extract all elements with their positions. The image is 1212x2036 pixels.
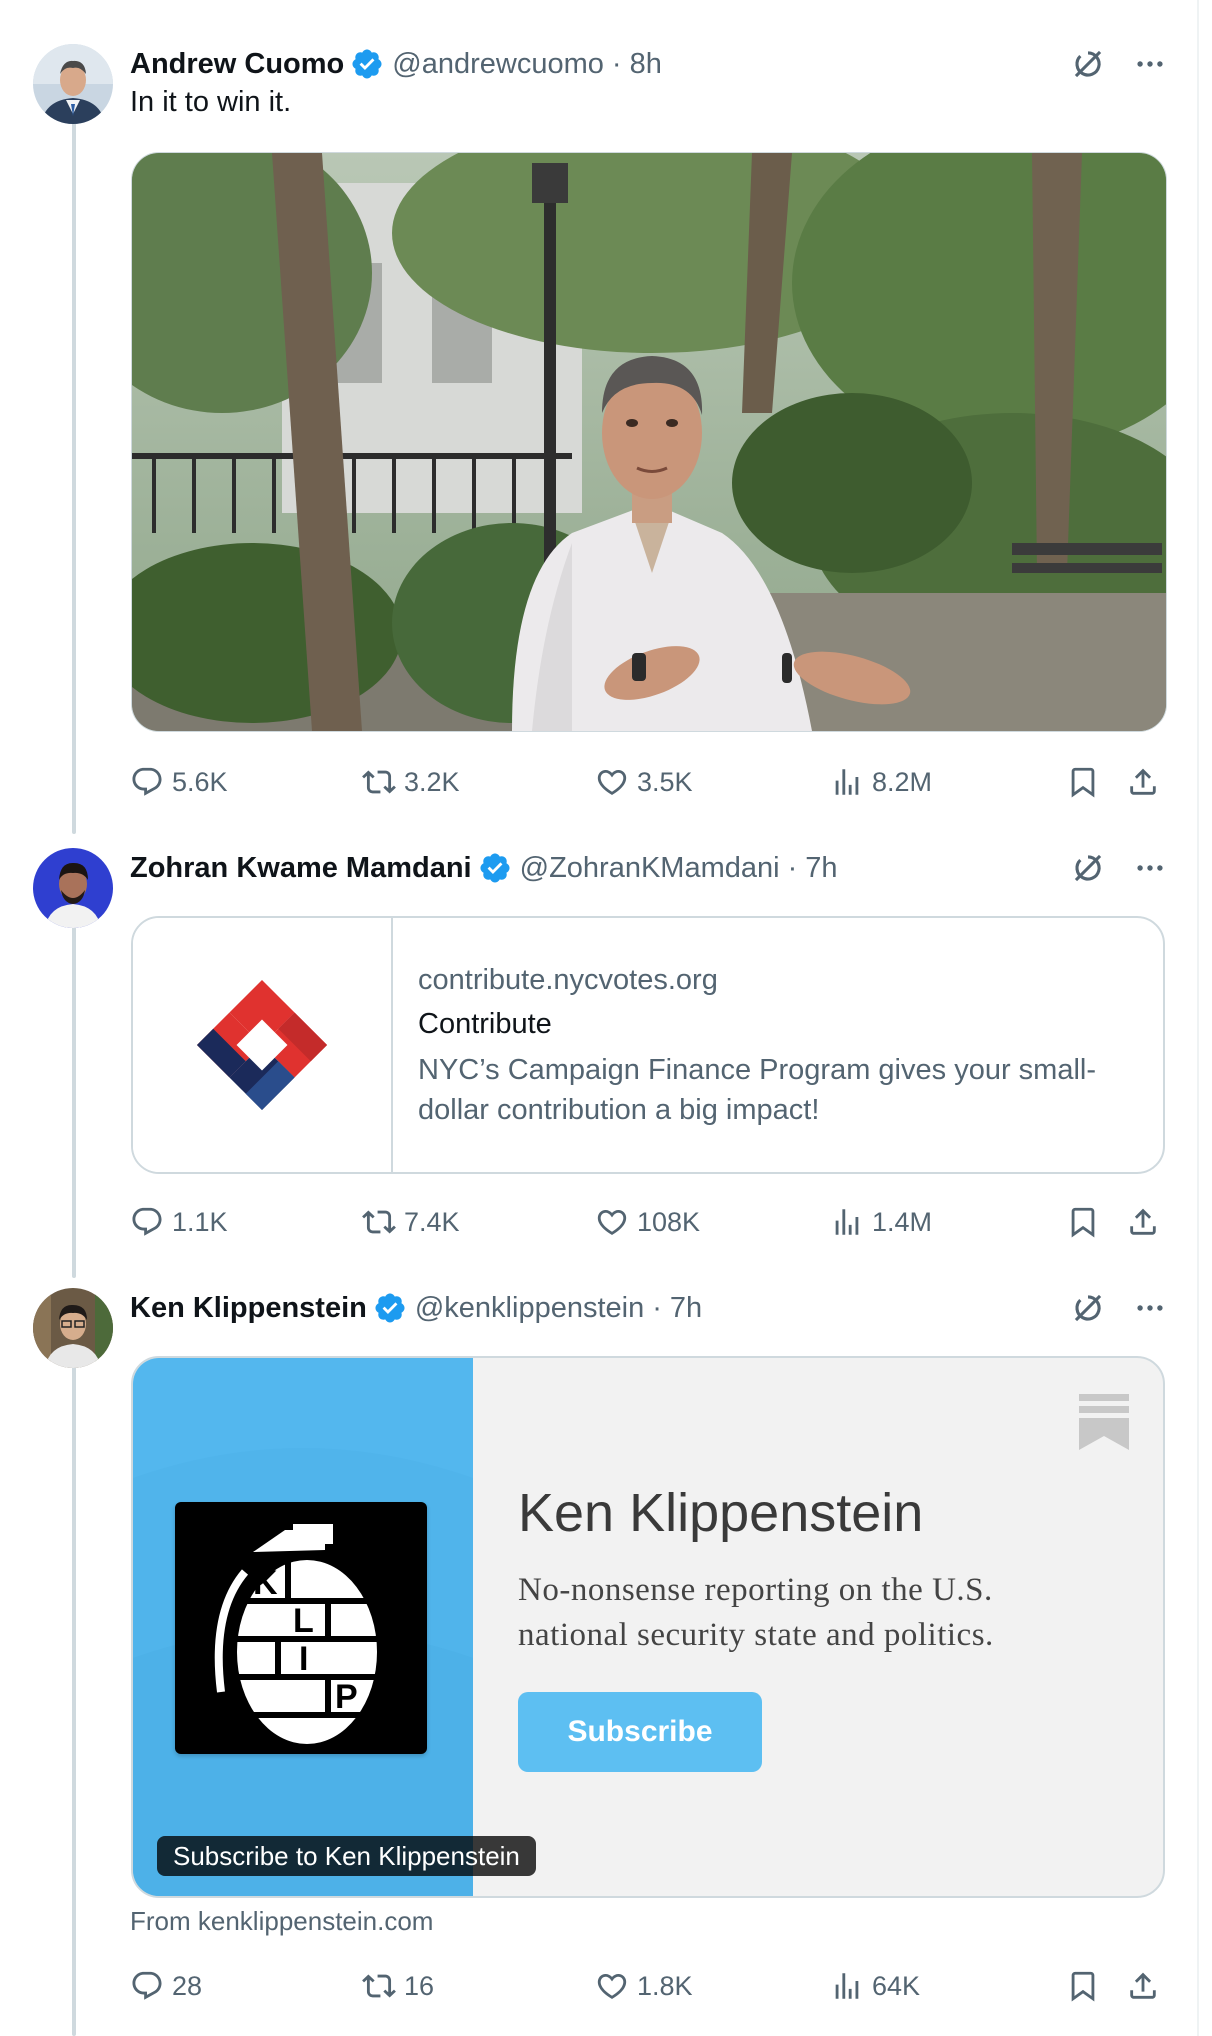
- views-icon: [830, 1969, 864, 2003]
- like-count: 108K: [637, 1206, 701, 1237]
- share-button[interactable]: [1126, 760, 1160, 804]
- grok-icon[interactable]: [1071, 1291, 1105, 1325]
- bookmark-button[interactable]: [1066, 760, 1100, 804]
- verified-badge-icon[interactable]: [350, 47, 384, 81]
- views-count: 64K: [872, 1970, 921, 2001]
- timeline-right-border: [1197, 0, 1199, 2036]
- card-domain: contribute.nycvotes.org: [418, 964, 718, 996]
- tweet-actions: 5.6K 3.2K 3.5K 8.2M: [130, 760, 1170, 804]
- tweet-actions: 28 16 1.8K 64K: [130, 1964, 1170, 2008]
- share-button[interactable]: [1126, 1964, 1160, 2008]
- more-options-icon[interactable]: [1133, 1291, 1167, 1325]
- views-button[interactable]: 8.2M: [830, 760, 932, 804]
- reply-icon: [130, 1969, 164, 2003]
- like-button[interactable]: 108K: [595, 1200, 700, 1244]
- nycvotes-logo-icon: [196, 979, 328, 1111]
- share-button[interactable]: [1126, 1200, 1160, 1244]
- avatar[interactable]: [33, 848, 113, 928]
- like-button[interactable]: 1.8K: [595, 1964, 693, 2008]
- author-name[interactable]: Zohran Kwame Mamdani: [130, 852, 472, 885]
- bookmark-button[interactable]: [1066, 1200, 1100, 1244]
- reply-button[interactable]: 1.1K: [130, 1200, 228, 1244]
- bookmark-icon: [1066, 765, 1100, 799]
- author-name[interactable]: Ken Klippenstein: [130, 1292, 367, 1325]
- like-count: 3.5K: [637, 766, 693, 797]
- repost-icon: [362, 1205, 396, 1239]
- tweet-andrew-cuomo[interactable]: Andrew Cuomo @andrewcuomo · 8h In it to …: [0, 44, 1197, 804]
- publication-description: No-nonsense reporting on the U.S. nation…: [518, 1572, 994, 1653]
- card-title: Contribute: [418, 1008, 552, 1040]
- author-handle[interactable]: @ZohranKMamdani: [520, 852, 780, 885]
- repost-icon: [362, 765, 396, 799]
- card-description: NYC’s Campaign Finance Program gives you…: [418, 1054, 1096, 1126]
- card-source-link[interactable]: From kenklippenstein.com: [130, 1906, 433, 1937]
- tweet-header: Andrew Cuomo @andrewcuomo · 8h: [130, 44, 662, 84]
- reply-button[interactable]: 5.6K: [130, 760, 228, 804]
- bookmark-button[interactable]: [1066, 1964, 1100, 2008]
- tweet-time[interactable]: · 8h: [612, 48, 662, 81]
- card-caption-overlay: Subscribe to Ken Klippenstein: [157, 1836, 536, 1876]
- bookmark-icon: [1066, 1969, 1100, 2003]
- tweet-time[interactable]: · 7h: [652, 1292, 702, 1325]
- tweet-ken-klippenstein[interactable]: Ken Klippenstein @kenklippenstein · 7h K…: [0, 1288, 1197, 2028]
- tweet-video-thumbnail[interactable]: [131, 152, 1167, 732]
- like-button[interactable]: 3.5K: [595, 760, 693, 804]
- more-options-icon[interactable]: [1133, 47, 1167, 81]
- author-name[interactable]: Andrew Cuomo: [130, 48, 344, 81]
- share-icon: [1126, 1969, 1160, 2003]
- logo-letter-i: I: [299, 1640, 308, 1678]
- repost-count: 3.2K: [404, 766, 460, 797]
- card-thumbnail: [133, 918, 393, 1172]
- publication-title: Ken Klippenstein: [518, 1483, 924, 1543]
- logo-letter-l: L: [293, 1602, 314, 1640]
- logo-letter-p: P: [335, 1678, 358, 1716]
- repost-count: 7.4K: [404, 1206, 460, 1237]
- tweet-actions: 1.1K 7.4K 108K 1.4M: [130, 1200, 1170, 1244]
- logo-letter-k: K: [253, 1564, 278, 1602]
- grok-icon[interactable]: [1071, 851, 1105, 885]
- verified-badge-icon[interactable]: [373, 1291, 407, 1325]
- repost-icon: [362, 1969, 396, 2003]
- share-icon: [1126, 1205, 1160, 1239]
- share-icon: [1126, 765, 1160, 799]
- repost-button[interactable]: 3.2K: [362, 760, 460, 804]
- views-button[interactable]: 1.4M: [830, 1200, 932, 1244]
- views-count: 8.2M: [872, 766, 933, 797]
- reply-count: 5.6K: [172, 766, 228, 797]
- reply-count: 28: [172, 1970, 203, 2001]
- substack-card[interactable]: K L I P Ken Klippenstein No-nonsense rep…: [131, 1356, 1165, 1898]
- verified-badge-icon[interactable]: [478, 851, 512, 885]
- author-handle[interactable]: @andrewcuomo: [392, 48, 604, 81]
- views-button[interactable]: 64K: [830, 1964, 920, 2008]
- reply-icon: [130, 765, 164, 799]
- card-image-panel: K L I P: [133, 1358, 473, 1896]
- bookmark-icon: [1066, 1205, 1100, 1239]
- reply-count: 1.1K: [172, 1206, 228, 1237]
- klip-grenade-logo-icon: K L I P: [175, 1502, 427, 1754]
- avatar[interactable]: [33, 1288, 113, 1368]
- tweet-text: In it to win it.: [130, 86, 292, 118]
- subscribe-button[interactable]: Subscribe: [518, 1692, 762, 1772]
- repost-button[interactable]: 16: [362, 1964, 434, 2008]
- reply-icon: [130, 1205, 164, 1239]
- heart-icon: [595, 765, 629, 799]
- heart-icon: [595, 1205, 629, 1239]
- tweet-time[interactable]: · 7h: [788, 852, 838, 885]
- grok-icon[interactable]: [1071, 47, 1105, 81]
- views-icon: [830, 765, 864, 799]
- views-icon: [830, 1205, 864, 1239]
- heart-icon: [595, 1969, 629, 2003]
- repost-button[interactable]: 7.4K: [362, 1200, 460, 1244]
- like-count: 1.8K: [637, 1970, 693, 2001]
- reply-button[interactable]: 28: [130, 1964, 202, 2008]
- tweet-zohran-mamdani[interactable]: Zohran Kwame Mamdani @ZohranKMamdani · 7…: [0, 848, 1197, 1248]
- avatar[interactable]: [33, 44, 113, 124]
- author-handle[interactable]: @kenklippenstein: [415, 1292, 644, 1325]
- repost-count: 16: [404, 1970, 435, 2001]
- link-preview-card[interactable]: contribute.nycvotes.org Contribute NYC’s…: [131, 916, 1165, 1174]
- more-options-icon[interactable]: [1133, 851, 1167, 885]
- substack-bookmark-icon: [1079, 1394, 1129, 1450]
- views-count: 1.4M: [872, 1206, 933, 1237]
